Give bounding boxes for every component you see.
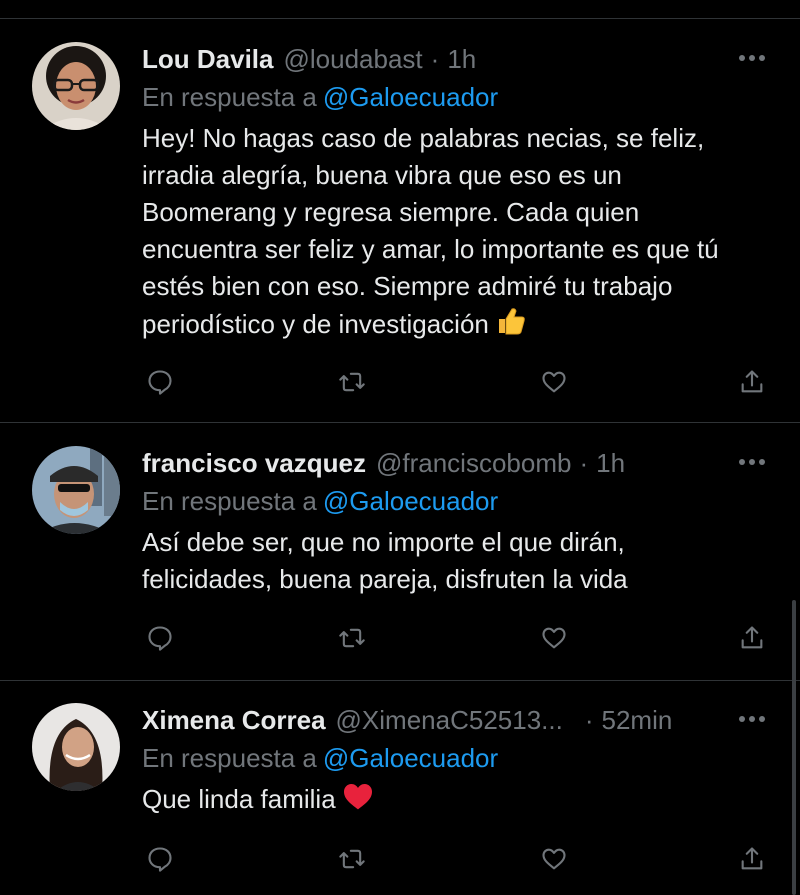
separator-dot: · (584, 704, 594, 735)
tweet-header: Lou Davila @loudabast · 1h (142, 42, 476, 76)
replying-to: En respuesta a @Galoecuador (142, 743, 498, 774)
action-bar (142, 366, 782, 398)
more-options-icon[interactable] (736, 46, 768, 70)
user-handle[interactable]: @loudabast (283, 44, 422, 75)
tweet-text: Hey! No hagas caso de palabras necias, s… (142, 120, 772, 347)
tweet-francisco-vazquez[interactable]: francisco vazquez @franciscobomb · 1h En… (0, 446, 800, 678)
like-icon[interactable] (538, 622, 570, 654)
text-line: estés bien con eso. Siempre admiré tu tr… (142, 271, 673, 301)
share-icon[interactable] (736, 843, 768, 875)
mention-link[interactable]: @Galoecuador (323, 486, 498, 516)
replying-label: En respuesta a (142, 486, 317, 516)
thumbs-up-icon (495, 305, 527, 347)
tweet-header: Ximena Correa @XimenaC52513... · 52min (142, 703, 672, 737)
more-options-icon[interactable] (736, 450, 768, 474)
text-line-last: Que linda familia (142, 781, 772, 821)
tweet-divider (0, 680, 800, 681)
text-line: irradia alegría, buena vibra que eso es … (142, 160, 622, 190)
reply-icon[interactable] (144, 622, 176, 654)
avatar[interactable] (32, 446, 120, 534)
more-options-icon[interactable] (736, 707, 768, 731)
replying-label: En respuesta a (142, 743, 317, 773)
separator-dot: · (430, 43, 440, 74)
display-name[interactable]: Ximena Correa (142, 705, 326, 736)
avatar[interactable] (32, 42, 120, 130)
action-bar (142, 843, 782, 875)
text-line: Hey! No hagas caso de palabras necias, s… (142, 123, 705, 153)
text-line: Así debe ser, que no importe el que dirá… (142, 527, 625, 557)
timestamp[interactable]: 1h (447, 44, 476, 75)
tweet-text: Que linda familia (142, 781, 772, 821)
reply-icon[interactable] (144, 366, 176, 398)
retweet-icon[interactable] (336, 622, 368, 654)
separator-dot: · (579, 447, 589, 478)
reply-icon[interactable] (144, 843, 176, 875)
display-name[interactable]: Lou Davila (142, 44, 273, 75)
text-line: periodístico y de investigación (142, 308, 489, 339)
user-handle[interactable]: @XimenaC52513... (336, 705, 563, 736)
tweet-lou-davila[interactable]: Lou Davila @loudabast · 1h En respuesta … (0, 42, 800, 420)
retweet-icon[interactable] (336, 843, 368, 875)
tweet-header: francisco vazquez @franciscobomb · 1h (142, 446, 625, 480)
display-name[interactable]: francisco vazquez (142, 448, 366, 479)
mention-link[interactable]: @Galoecuador (323, 82, 498, 112)
tweet-text: Así debe ser, que no importe el que dirá… (142, 524, 772, 598)
tweet-divider (0, 422, 800, 423)
like-icon[interactable] (538, 843, 570, 875)
replying-to: En respuesta a @Galoecuador (142, 82, 498, 113)
tweet-ximena-correa[interactable]: Ximena Correa @XimenaC52513... · 52min E… (0, 703, 800, 895)
scrollbar[interactable] (792, 600, 796, 895)
replying-to: En respuesta a @Galoecuador (142, 486, 498, 517)
text-line: felicidades, buena pareja, disfruten la … (142, 564, 628, 594)
text-line: Boomerang y regresa siempre. Cada quien (142, 197, 640, 227)
share-icon[interactable] (736, 366, 768, 398)
replying-label: En respuesta a (142, 82, 317, 112)
like-icon[interactable] (538, 366, 570, 398)
text-line-last: periodístico y de investigación (142, 305, 772, 347)
share-icon[interactable] (736, 622, 768, 654)
timestamp[interactable]: 52min (602, 705, 673, 736)
text-line: encuentra ser feliz y amar, lo important… (142, 234, 719, 264)
user-handle[interactable]: @franciscobomb (376, 448, 571, 479)
retweet-icon[interactable] (336, 366, 368, 398)
action-bar (142, 622, 782, 654)
mention-link[interactable]: @Galoecuador (323, 743, 498, 773)
avatar[interactable] (32, 703, 120, 791)
timestamp[interactable]: 1h (596, 448, 625, 479)
red-heart-icon (342, 781, 374, 821)
reply-feed: Lou Davila @loudabast · 1h En respuesta … (0, 0, 800, 895)
top-divider (0, 18, 800, 19)
text-line: Que linda familia (142, 784, 336, 814)
